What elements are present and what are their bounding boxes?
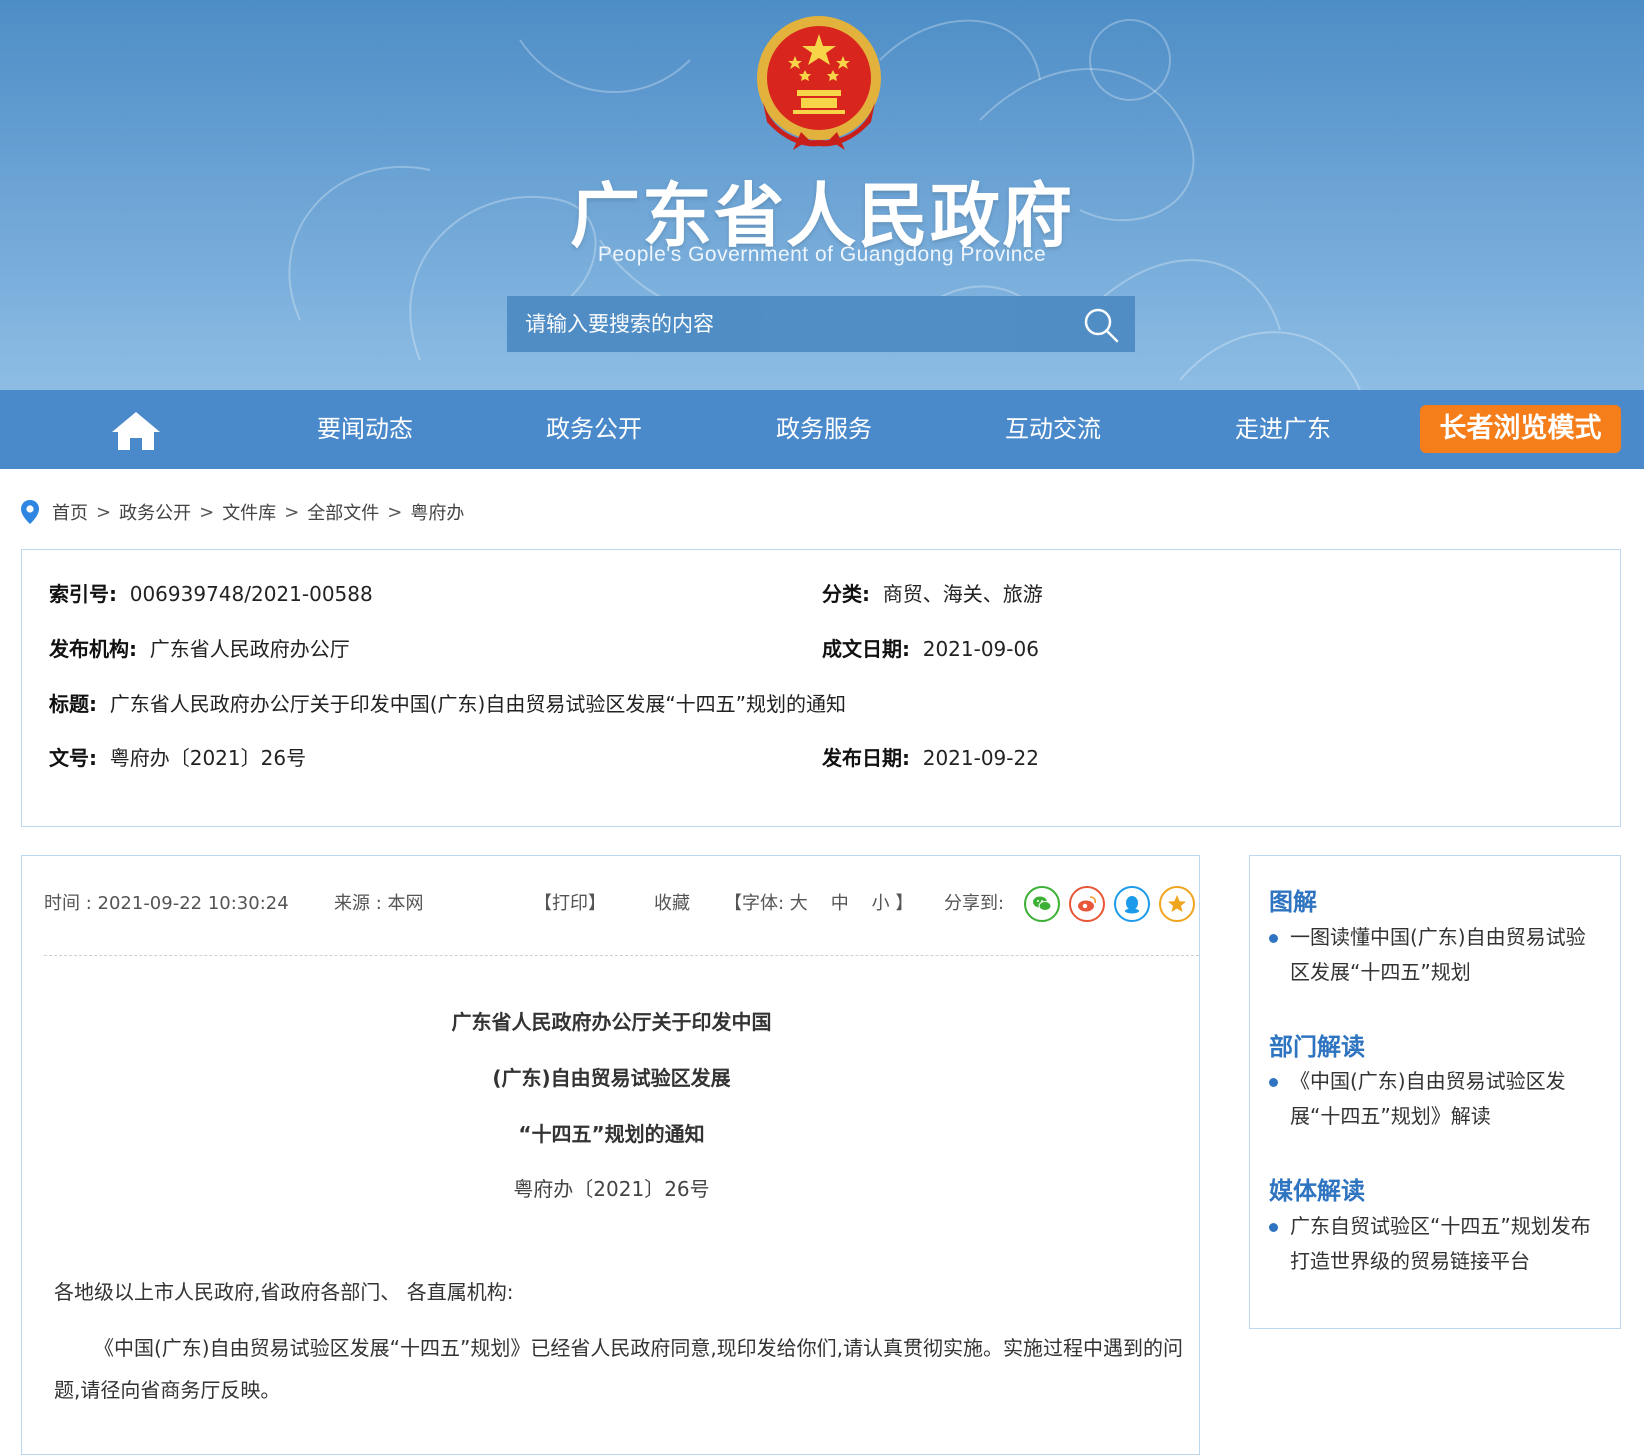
breadcrumb-file-library[interactable]: 文件库	[222, 499, 276, 525]
article-doc-number: 粤府办〔2021〕26号	[513, 1177, 710, 1201]
related-interpretations-sidebar: 图解 一图读懂中国(广东)自由贸易试验区发展“十四五”规划 部门解读 《中国(广…	[1249, 855, 1621, 1329]
meta-index-value: 006939748/2021-00588	[129, 582, 373, 606]
meta-category-value: 商贸、海关、旅游	[882, 582, 1043, 606]
meta-title: 标题: 广东省人民政府办公厅关于印发中国(广东)自由贸易试验区发展“十四五”规划…	[49, 688, 846, 717]
meta-title-label: 标题:	[49, 692, 97, 716]
meta-index-label: 索引号:	[49, 582, 117, 606]
breadcrumb-all-files[interactable]: 全部文件	[307, 499, 379, 525]
breadcrumb-separator: >	[199, 501, 215, 523]
meta-written-date: 成文日期: 2021-09-06	[822, 633, 1039, 662]
bullet-dot	[1269, 934, 1278, 943]
article-title-line-3: “十四五”规划的通知	[518, 1122, 705, 1146]
weibo-share-icon[interactable]	[1069, 886, 1105, 922]
meta-issuer-label: 发布机构:	[49, 637, 137, 661]
meta-title-value: 广东省人民政府办公厅关于印发中国(广东)自由贸易试验区发展“十四五”规划的通知	[109, 692, 847, 716]
toolbar-divider	[44, 955, 1199, 956]
source: 来源 : 本网	[334, 893, 424, 914]
bullet-dot	[1269, 1078, 1278, 1087]
meta-doc-number-value: 粤府办〔2021〕26号	[109, 746, 307, 770]
elder-mode-button[interactable]: 长者浏览模式	[1420, 405, 1621, 453]
meta-category-label: 分类:	[822, 582, 870, 606]
sidebar-heading-infographic: 图解	[1269, 888, 1317, 916]
home-icon[interactable]	[108, 408, 164, 452]
search-input[interactable]	[507, 296, 1067, 352]
search-icon[interactable]	[1081, 305, 1121, 345]
nav-item-about-guangdong[interactable]: 走进广东	[1183, 390, 1383, 469]
meta-issuer-value: 广东省人民政府办公厅	[149, 637, 350, 661]
meta-doc-number: 文号: 粤府办〔2021〕26号	[49, 742, 306, 771]
share-label: 分享到:	[944, 893, 1005, 914]
meta-publish-date-label: 发布日期:	[822, 746, 910, 770]
article-title-line-2: (广东)自由贸易试验区发展	[492, 1066, 731, 1090]
meta-index: 索引号: 006939748/2021-00588	[49, 578, 373, 607]
print-button[interactable]: 【打印】	[534, 886, 606, 922]
sidebar-item-department-interpretation[interactable]: 《中国(广东)自由贸易试验区发展“十四五”规划》解读	[1290, 1064, 1600, 1134]
meta-written-date-value: 2021-09-06	[922, 637, 1039, 661]
main-nav: 要闻动态 政务公开 政务服务 互动交流 走进广东 长者浏览模式	[0, 390, 1644, 469]
bullet-dot	[1269, 1223, 1278, 1232]
nav-item-services[interactable]: 政务服务	[724, 390, 924, 469]
breadcrumb-government-affairs[interactable]: 政务公开	[119, 499, 191, 525]
document-meta-box: 索引号: 006939748/2021-00588 分类: 商贸、海关、旅游 发…	[21, 549, 1621, 827]
sidebar-heading-media-interpretation: 媒体解读	[1269, 1177, 1365, 1205]
font-small-button[interactable]: 小	[872, 893, 890, 914]
font-large-button[interactable]: 大	[790, 893, 808, 914]
font-size-suffix: 】	[895, 893, 914, 914]
sidebar-item-media-interpretation[interactable]: 广东自贸试验区“十四五”规划发布 打造世界级的贸易链接平台	[1290, 1209, 1600, 1279]
publish-time: 时间 : 2021-09-22 10:30:24	[44, 893, 289, 914]
location-pin-icon	[21, 500, 39, 524]
breadcrumb-current[interactable]: 粤府办	[410, 499, 464, 525]
breadcrumb-separator: >	[96, 501, 112, 523]
meta-issuer: 发布机构: 广东省人民政府办公厅	[49, 633, 350, 662]
meta-publish-date-value: 2021-09-22	[922, 746, 1039, 770]
search-bar	[507, 296, 1135, 352]
breadcrumb-separator: >	[387, 501, 403, 523]
national-emblem-logo	[757, 16, 881, 150]
breadcrumb: 首页 > 政务公开 > 文件库 > 全部文件 > 粤府办	[20, 497, 464, 527]
article-paragraph: 《中国(广东)自由贸易试验区发展“十四五”规划》已经省人民政府同意,现印发给你们…	[54, 1336, 1184, 1402]
site-subtitle: People's Government of Guangdong Provinc…	[597, 243, 1047, 266]
breadcrumb-home[interactable]: 首页	[52, 499, 88, 525]
breadcrumb-separator: >	[284, 501, 300, 523]
favorite-button[interactable]: 收藏	[654, 886, 690, 922]
sidebar-heading-department-interpretation: 部门解读	[1269, 1033, 1365, 1061]
qq-share-icon[interactable]	[1114, 886, 1150, 922]
article-title-line-1: 广东省人民政府办公厅关于印发中国	[451, 1010, 772, 1034]
nav-item-government-affairs[interactable]: 政务公开	[494, 390, 694, 469]
font-medium-button[interactable]: 中	[831, 893, 849, 914]
article-salutation: 各地级以上市人民政府,省政府各部门、 各直属机构:	[54, 1280, 514, 1304]
nav-item-interaction[interactable]: 互动交流	[953, 390, 1153, 469]
meta-written-date-label: 成文日期:	[822, 637, 910, 661]
font-size-prefix: 【字体:	[724, 893, 790, 914]
meta-category: 分类: 商贸、海关、旅游	[822, 578, 1043, 607]
sidebar-item-infographic[interactable]: 一图读懂中国(广东)自由贸易试验区发展“十四五”规划	[1290, 920, 1600, 990]
meta-doc-number-label: 文号:	[49, 746, 97, 770]
nav-item-news[interactable]: 要闻动态	[265, 390, 465, 469]
meta-publish-date: 发布日期: 2021-09-22	[822, 742, 1039, 771]
wechat-share-icon[interactable]	[1024, 886, 1060, 922]
site-banner: 广东省人民政府 People's Government of Guangdong…	[0, 0, 1644, 390]
font-size-control: 【字体: 大 中 小 】	[724, 886, 913, 922]
article-panel: 时间 : 2021-09-22 10:30:24 来源 : 本网 【打印】 收藏…	[21, 855, 1200, 1455]
article-toolbar: 时间 : 2021-09-22 10:30:24 来源 : 本网 【打印】 收藏…	[44, 886, 1195, 936]
qzone-share-icon[interactable]	[1159, 886, 1195, 922]
